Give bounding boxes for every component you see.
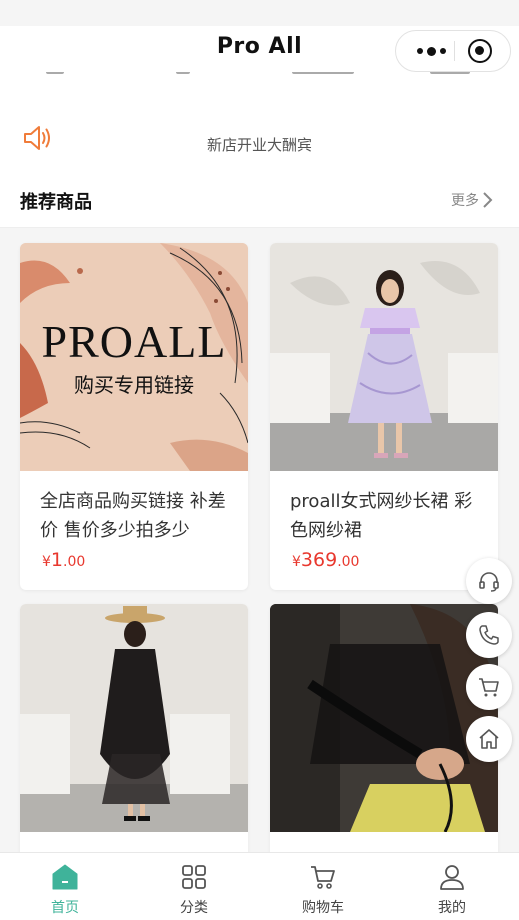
notice-bar: 新店开业大酬宾 bbox=[0, 114, 519, 164]
product-image bbox=[20, 604, 248, 832]
more-link[interactable]: 更多 bbox=[451, 190, 493, 210]
grid-icon bbox=[182, 865, 206, 889]
tab-label: 购物车 bbox=[302, 900, 344, 916]
customer-service-button[interactable] bbox=[466, 558, 512, 604]
phone-icon bbox=[479, 625, 499, 645]
banner-subtitle: 购买专用链接 bbox=[74, 373, 194, 397]
product-card[interactable]: PROALL 购买专用链接 全店商品购买链接 补差价 售价多少拍多少 ¥1.00 bbox=[20, 243, 248, 590]
more-menu-icon[interactable] bbox=[410, 31, 452, 71]
phone-button[interactable] bbox=[466, 612, 512, 658]
cart-button[interactable] bbox=[466, 664, 512, 710]
product-card[interactable]: proall女式网纱长裙 彩色网纱裙 ¥369.00 bbox=[270, 243, 498, 590]
dress-photo bbox=[270, 243, 498, 471]
product-price: ¥1.00 bbox=[42, 549, 86, 571]
home-button[interactable] bbox=[466, 716, 512, 762]
cart-icon bbox=[311, 866, 335, 889]
product-card[interactable] bbox=[20, 604, 248, 852]
sheer-top-photo bbox=[270, 604, 498, 832]
mini-program-capsule bbox=[395, 30, 511, 72]
section-title: 推荐商品 bbox=[20, 192, 92, 213]
product-name: proall女式网纱长裙 彩色网纱裙 bbox=[290, 491, 473, 541]
product-image bbox=[270, 604, 498, 832]
black-dress-photo bbox=[20, 604, 248, 832]
tab-label: 我的 bbox=[438, 900, 466, 916]
home-icon bbox=[479, 729, 499, 749]
home-icon bbox=[52, 864, 78, 890]
navigation-bar: Pro All bbox=[0, 0, 519, 88]
chevron-right-icon bbox=[483, 192, 493, 208]
close-miniprogram-icon[interactable] bbox=[468, 39, 492, 63]
product-price: ¥369.00 bbox=[292, 549, 360, 571]
capsule-divider bbox=[454, 41, 455, 61]
user-icon bbox=[440, 865, 464, 890]
tab-profile[interactable]: 我的 bbox=[412, 853, 492, 920]
recommend-section-header: 推荐商品 更多 bbox=[0, 180, 519, 228]
tab-label: 首页 bbox=[51, 900, 79, 916]
more-label: 更多 bbox=[451, 193, 479, 209]
product-image bbox=[270, 243, 498, 471]
tab-cart[interactable]: 购物车 bbox=[283, 853, 363, 920]
product-image: PROALL 购买专用链接 bbox=[20, 243, 248, 471]
product-card[interactable] bbox=[270, 604, 498, 852]
product-name: 全店商品购买链接 补差价 售价多少拍多少 bbox=[40, 491, 226, 541]
notice-text: 新店开业大酬宾 bbox=[206, 136, 312, 154]
category-nav-peek bbox=[0, 70, 519, 88]
status-strip bbox=[0, 0, 519, 26]
headset-icon bbox=[479, 572, 499, 592]
tab-label: 分类 bbox=[180, 900, 208, 916]
product-grid: PROALL 购买专用链接 全店商品购买链接 补差价 售价多少拍多少 ¥1.00 bbox=[0, 228, 519, 852]
tab-category[interactable]: 分类 bbox=[154, 853, 234, 920]
tab-bar: 首页 分类 购物车 我的 bbox=[0, 852, 519, 920]
banner-title: PROALL bbox=[41, 316, 227, 367]
cart-icon bbox=[479, 678, 499, 697]
tab-home[interactable]: 首页 bbox=[25, 853, 105, 920]
